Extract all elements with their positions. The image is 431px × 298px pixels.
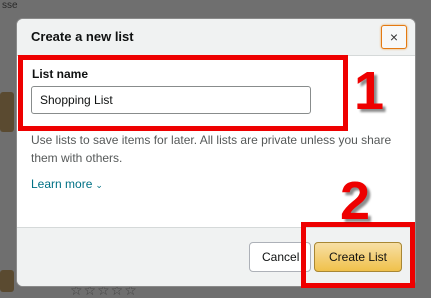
background-image bbox=[0, 270, 14, 292]
chevron-down-icon: ⌄ bbox=[95, 180, 103, 190]
create-list-dialog: Create a new list × List name Use lists … bbox=[17, 19, 415, 286]
background-text: sse bbox=[2, 0, 18, 11]
cancel-button[interactable]: Cancel bbox=[249, 242, 311, 272]
dialog-footer: Cancel Create List bbox=[17, 227, 415, 286]
page: sse ☆☆☆☆☆ Create a new list × List name … bbox=[0, 0, 431, 298]
helper-text: Use lists to save items for later. All l… bbox=[31, 133, 392, 165]
close-button[interactable]: × bbox=[381, 25, 407, 49]
dialog-header: Create a new list × bbox=[17, 19, 415, 56]
create-list-button[interactable]: Create List bbox=[314, 242, 402, 272]
list-name-label: List name bbox=[32, 67, 89, 81]
learn-more-label: Learn more bbox=[31, 177, 93, 191]
background-image bbox=[0, 92, 14, 132]
close-icon: × bbox=[389, 29, 399, 45]
learn-more-link[interactable]: Learn more ⌄ bbox=[31, 177, 103, 191]
dialog-title: Create a new list bbox=[31, 29, 134, 44]
list-name-input[interactable] bbox=[31, 86, 311, 114]
